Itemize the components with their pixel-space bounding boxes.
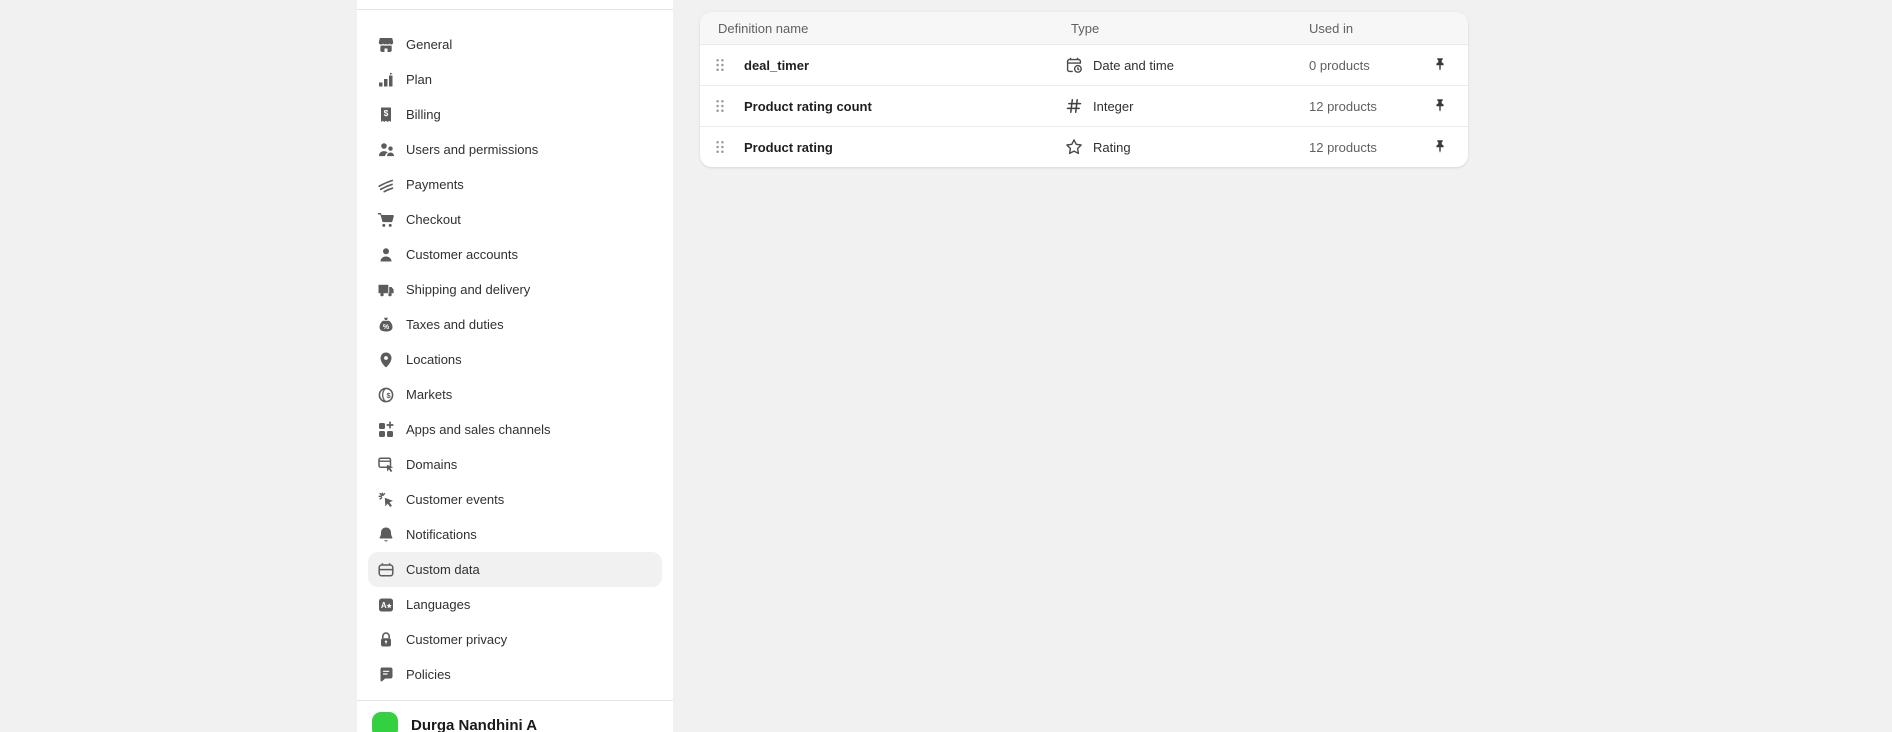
settings-page: { "colors": { "page_bg": "#f1f1f1", "pan… <box>0 0 1892 732</box>
sidebar-item-label: Users and permissions <box>406 142 538 157</box>
apps-icon <box>376 420 396 440</box>
svg-text:$: $ <box>384 108 389 118</box>
definition-type: Rating <box>1093 140 1131 155</box>
policies-icon <box>376 665 396 685</box>
calendar-clock-icon <box>1064 55 1084 75</box>
sidebar-top-divider <box>357 9 673 10</box>
definition-type: Integer <box>1093 99 1133 114</box>
sidebar-item-languages[interactable]: A Languages <box>368 587 662 622</box>
sidebar-item-general[interactable]: General <box>368 27 662 62</box>
svg-text:%: % <box>383 324 390 331</box>
used-in-count: 12 products <box>1309 99 1377 114</box>
sidebar-item-label: Locations <box>406 352 462 367</box>
location-icon <box>376 350 396 370</box>
users-icon <box>376 140 396 160</box>
lock-icon <box>376 630 396 650</box>
definition-name: Product rating <box>744 140 833 155</box>
sidebar-item-checkout[interactable]: Checkout <box>368 202 662 237</box>
pin-button[interactable] <box>1426 51 1454 79</box>
drag-handle-icon[interactable] <box>713 137 727 157</box>
sidebar-item-notifications[interactable]: Notifications <box>368 517 662 552</box>
svg-text:A: A <box>381 600 387 609</box>
user-section-divider <box>357 700 673 701</box>
sidebar-item-label: Customer privacy <box>406 632 507 647</box>
sidebar-item-plan[interactable]: Plan <box>368 62 662 97</box>
sidebar-item-label: Domains <box>406 457 457 472</box>
column-header-definition-name: Definition name <box>700 21 1064 36</box>
sidebar-item-locations[interactable]: Locations <box>368 342 662 377</box>
markets-icon: $ <box>376 385 396 405</box>
column-header-type: Type <box>1064 21 1309 36</box>
sidebar-item-label: Plan <box>406 72 432 87</box>
sidebar-item-label: Languages <box>406 597 470 612</box>
star-icon <box>1064 137 1084 157</box>
bell-icon <box>376 525 396 545</box>
hash-icon <box>1064 96 1084 116</box>
definition-name: Product rating count <box>744 99 872 114</box>
sidebar-item-custom-data[interactable]: Custom data <box>368 552 662 587</box>
settings-sidebar: General Plan $ Billing Users and permiss… <box>357 0 673 732</box>
languages-icon: A <box>376 595 396 615</box>
sidebar-item-label: Shipping and delivery <box>406 282 530 297</box>
truck-icon <box>376 280 396 300</box>
plan-icon <box>376 70 396 90</box>
sidebar-item-label: Markets <box>406 387 452 402</box>
person-icon <box>376 245 396 265</box>
sidebar-item-customer-privacy[interactable]: Customer privacy <box>368 622 662 657</box>
sidebar-item-payments[interactable]: Payments <box>368 167 662 202</box>
sidebar-item-label: Custom data <box>406 562 480 577</box>
custom-data-icon <box>376 560 396 580</box>
sidebar-item-label: General <box>406 37 452 52</box>
settings-nav: General Plan $ Billing Users and permiss… <box>357 27 673 692</box>
sidebar-item-domains[interactable]: Domains <box>368 447 662 482</box>
used-in-count: 0 products <box>1309 58 1370 73</box>
events-icon <box>376 490 396 510</box>
sidebar-item-label: Notifications <box>406 527 477 542</box>
metafield-definitions-card: Definition name Type Used in deal_timer … <box>700 12 1468 167</box>
user-avatar <box>372 712 398 732</box>
sidebar-item-label: Apps and sales channels <box>406 422 551 437</box>
sidebar-item-label: Customer events <box>406 492 504 507</box>
domains-icon <box>376 455 396 475</box>
taxes-icon: % <box>376 315 396 335</box>
sidebar-item-shipping-and-delivery[interactable]: Shipping and delivery <box>368 272 662 307</box>
sidebar-item-label: Taxes and duties <box>406 317 504 332</box>
cart-icon <box>376 210 396 230</box>
pin-button[interactable] <box>1426 133 1454 161</box>
definition-type: Date and time <box>1093 58 1174 73</box>
sidebar-item-customer-accounts[interactable]: Customer accounts <box>368 237 662 272</box>
drag-handle-icon[interactable] <box>713 96 727 116</box>
sidebar-item-label: Payments <box>406 177 464 192</box>
sidebar-item-users-and-permissions[interactable]: Users and permissions <box>368 132 662 167</box>
column-header-used-in: Used in <box>1309 21 1412 36</box>
sidebar-item-taxes-and-duties[interactable]: % Taxes and duties <box>368 307 662 342</box>
sidebar-item-label: Customer accounts <box>406 247 518 262</box>
storefront-icon <box>376 35 396 55</box>
payments-icon <box>376 175 396 195</box>
billing-icon: $ <box>376 105 396 125</box>
definition-row[interactable]: Product rating Rating 12 products <box>700 126 1468 167</box>
used-in-count: 12 products <box>1309 140 1377 155</box>
sidebar-item-billing[interactable]: $ Billing <box>368 97 662 132</box>
definition-row[interactable]: deal_timer Date and time 0 products <box>700 45 1468 85</box>
sidebar-item-policies[interactable]: Policies <box>368 657 662 692</box>
sidebar-item-label: Checkout <box>406 212 461 227</box>
definitions-table-body: deal_timer Date and time 0 products Prod… <box>700 45 1468 167</box>
drag-handle-icon[interactable] <box>713 55 727 75</box>
sidebar-item-label: Policies <box>406 667 451 682</box>
user-name: Durga Nandhini A <box>411 717 537 732</box>
sidebar-item-markets[interactable]: $ Markets <box>368 377 662 412</box>
definitions-table-header: Definition name Type Used in <box>700 12 1468 45</box>
sidebar-item-label: Billing <box>406 107 441 122</box>
definition-row[interactable]: Product rating count Integer 12 products <box>700 85 1468 126</box>
pin-button[interactable] <box>1426 92 1454 120</box>
definition-name: deal_timer <box>744 58 809 73</box>
sidebar-item-apps-and-sales-channels[interactable]: Apps and sales channels <box>368 412 662 447</box>
sidebar-item-customer-events[interactable]: Customer events <box>368 482 662 517</box>
user-menu-item[interactable]: Durga Nandhini A <box>372 712 537 732</box>
